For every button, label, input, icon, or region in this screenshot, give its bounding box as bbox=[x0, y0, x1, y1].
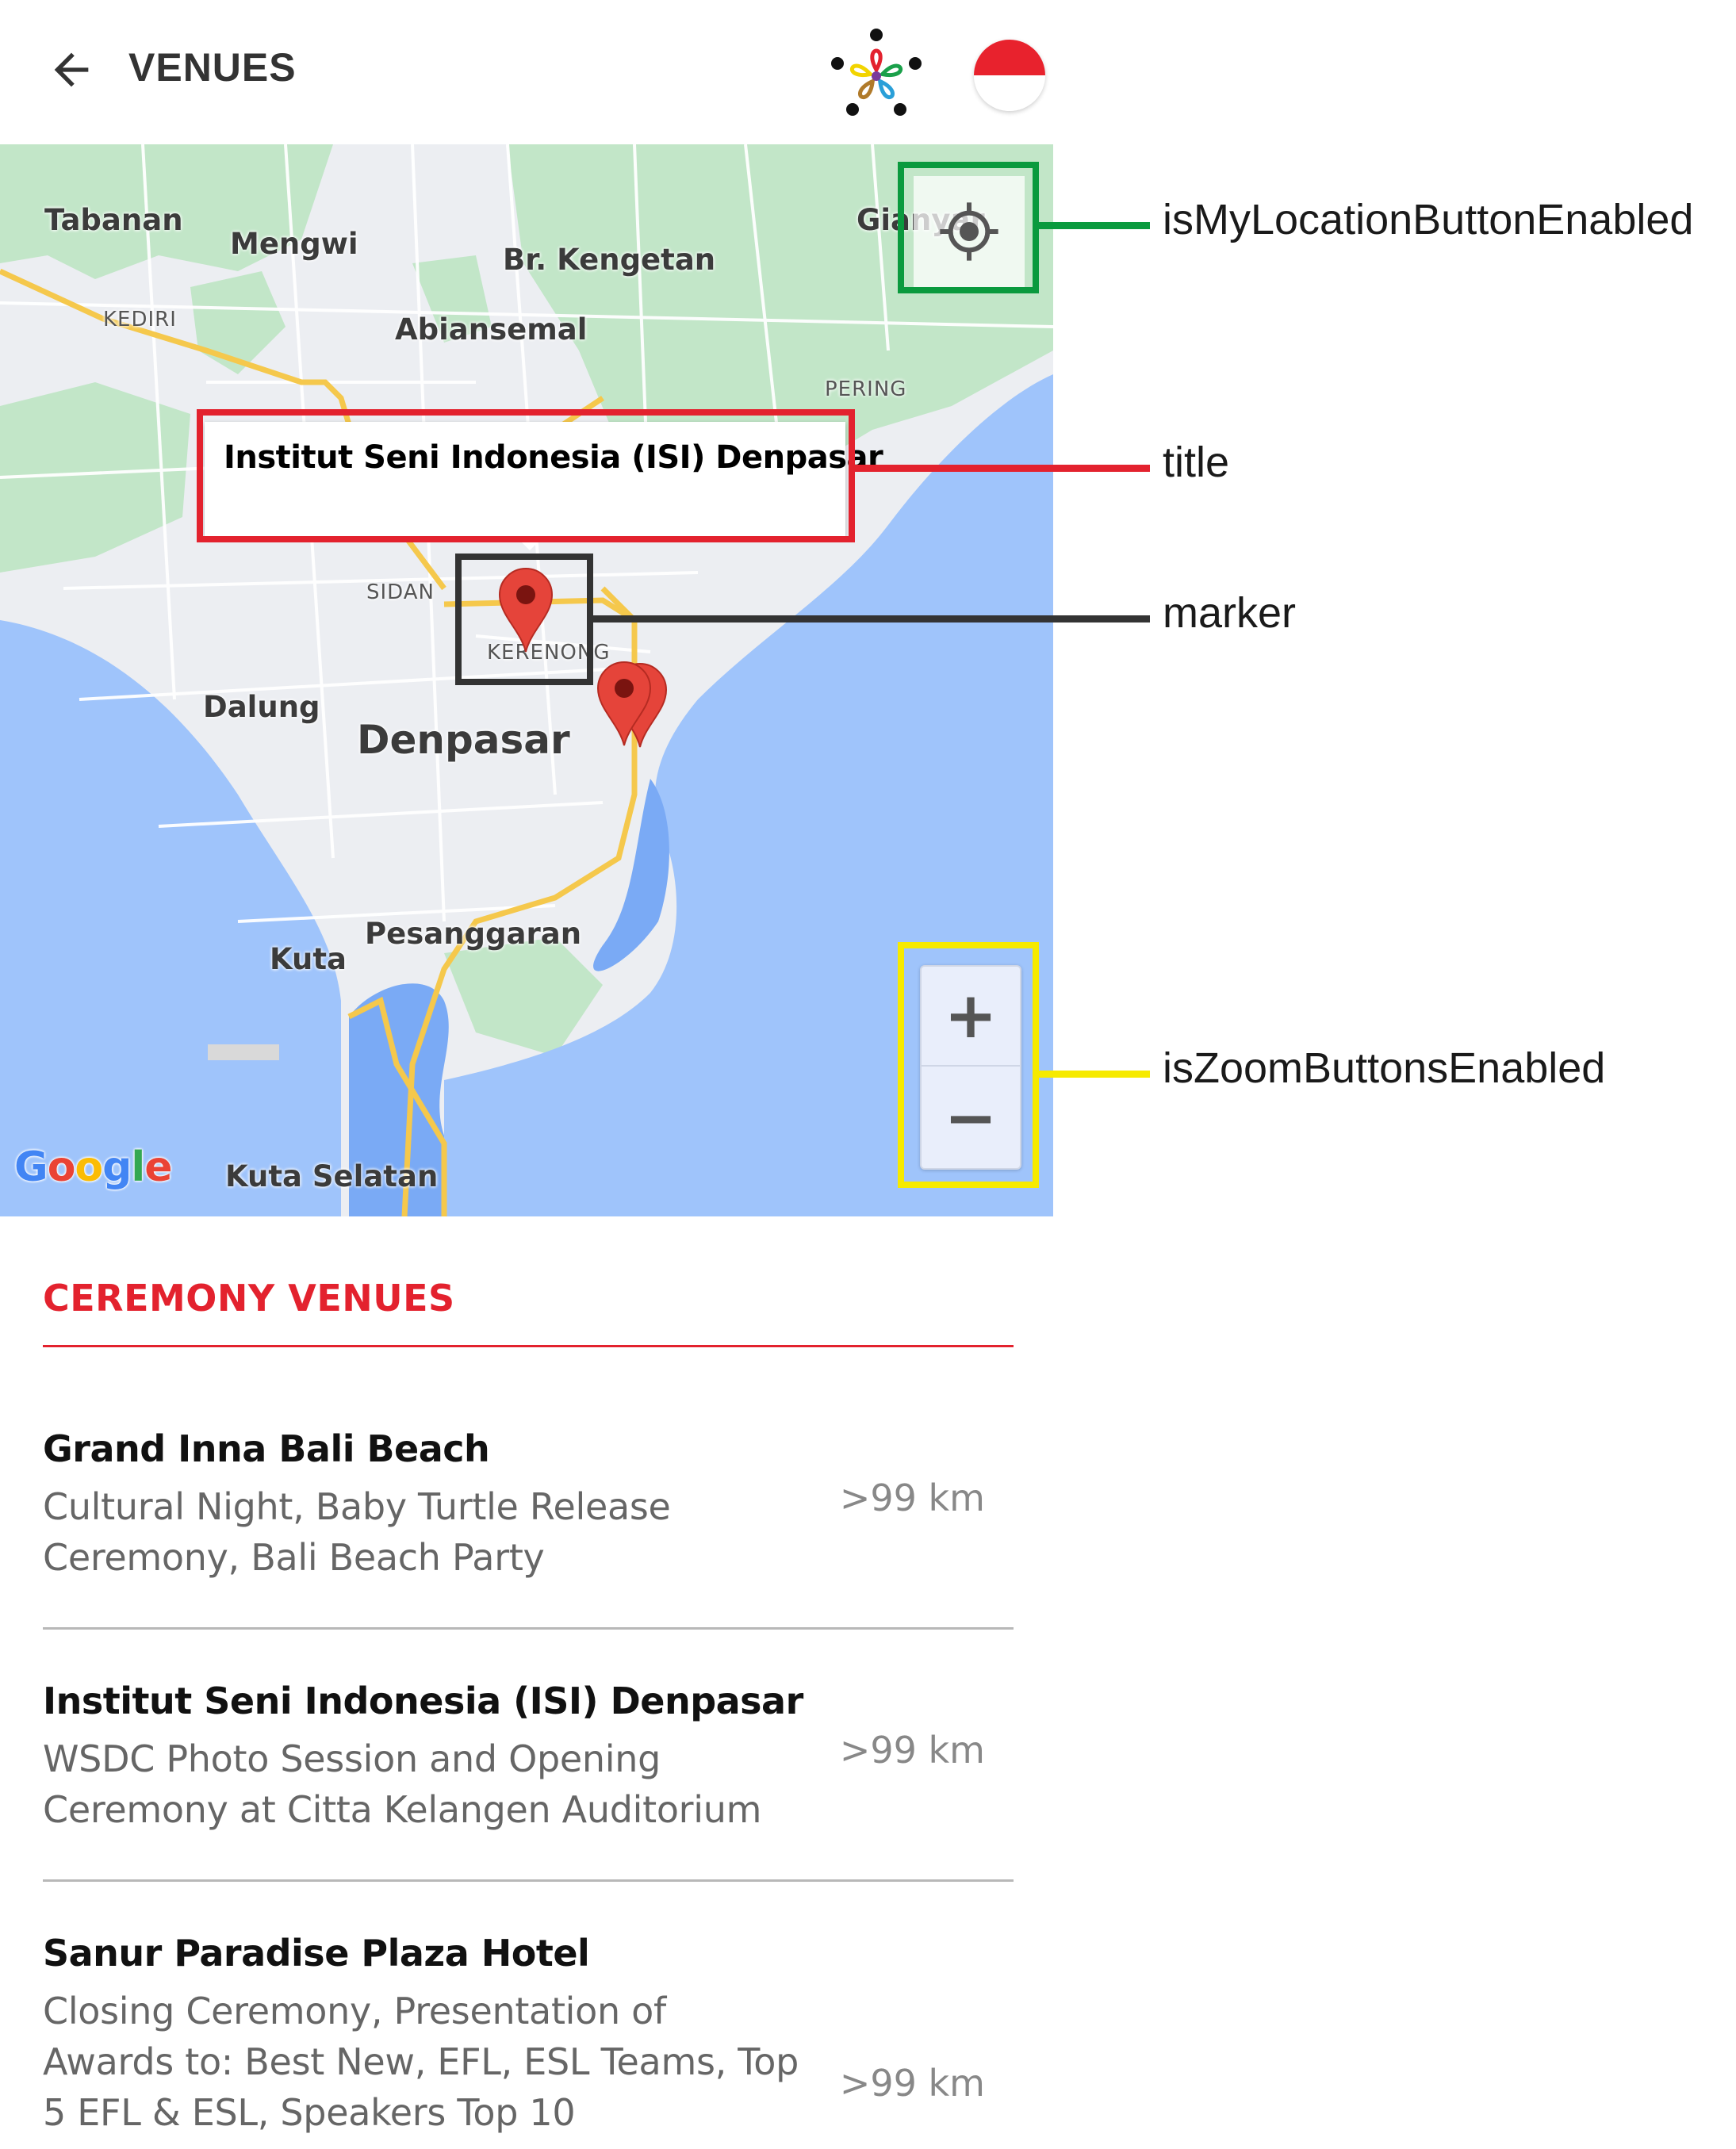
map-label-kuta-selatan: Kuta Selatan bbox=[225, 1159, 439, 1193]
marker-annotation-box bbox=[455, 554, 593, 685]
marker-annotation-line bbox=[593, 615, 1150, 622]
map-label-mengwi: Mengwi bbox=[230, 227, 358, 261]
venue-description: Cultural Night, Baby Turtle Release Cere… bbox=[43, 1485, 671, 1579]
title-annotation-label: title bbox=[1163, 439, 1230, 486]
venue-name: Grand Inna Bali Beach bbox=[43, 1427, 490, 1470]
list-divider bbox=[43, 1627, 1014, 1630]
map-label-pesanggaran: Pesanggaran bbox=[365, 917, 582, 951]
venue-distance: >99 km bbox=[839, 2062, 985, 2105]
list-item[interactable]: Grand Inna Bali Beach Cultural Night, Ba… bbox=[43, 1427, 1014, 1583]
zoom-annotation-line bbox=[1039, 1071, 1150, 1078]
title-annotation-box bbox=[197, 409, 855, 542]
list-item[interactable]: Sanur Paradise Plaza Hotel Closing Cerem… bbox=[43, 1932, 1014, 2138]
section-divider bbox=[43, 1345, 1014, 1347]
map-label-tabanan: Tabanan bbox=[44, 203, 183, 237]
map-marker-grand-inna[interactable] bbox=[596, 660, 652, 747]
venue-name: Sanur Paradise Plaza Hotel bbox=[43, 1932, 590, 1975]
page-title: VENUES bbox=[128, 45, 297, 90]
app-bar: VENUES bbox=[0, 0, 1053, 144]
my-location-annotation-box bbox=[898, 162, 1039, 293]
my-location-annotation-line bbox=[1039, 222, 1150, 229]
google-logo: Google bbox=[14, 1143, 173, 1191]
marker-annotation-label: marker bbox=[1163, 589, 1297, 637]
venue-description: WSDC Photo Session and Opening Ceremony … bbox=[43, 1737, 762, 1831]
map-label-pering: PERING bbox=[825, 377, 907, 401]
map-label-sidan: SIDAN bbox=[366, 580, 435, 604]
indonesia-flag-icon[interactable] bbox=[974, 40, 1045, 111]
venue-distance: >99 km bbox=[839, 1729, 985, 1772]
title-annotation-line bbox=[855, 465, 1150, 472]
map-label-br-kengetan: Br. Kengetan bbox=[503, 243, 716, 277]
zoom-annotation-label: isZoomButtonsEnabled bbox=[1163, 1044, 1606, 1092]
back-button[interactable] bbox=[40, 38, 103, 102]
event-logo-icon bbox=[831, 29, 922, 116]
map-label-abiansemal: Abiansemal bbox=[395, 312, 588, 347]
arrow-left-icon bbox=[54, 52, 89, 87]
map-label-kediri: KEDIRI bbox=[103, 308, 177, 331]
venue-name: Institut Seni Indonesia (ISI) Denpasar bbox=[43, 1680, 803, 1722]
list-divider bbox=[43, 1879, 1014, 1882]
venue-description: Closing Ceremony, Presentation of Awards… bbox=[43, 1990, 799, 2134]
section-title: CEREMONY VENUES bbox=[43, 1277, 455, 1320]
list-item[interactable]: Institut Seni Indonesia (ISI) Denpasar W… bbox=[43, 1680, 1014, 1835]
zoom-annotation-box bbox=[898, 942, 1039, 1188]
map-label-kuta: Kuta bbox=[270, 942, 347, 976]
map-label-dalung: Dalung bbox=[203, 690, 320, 724]
my-location-annotation-label: isMyLocationButtonEnabled bbox=[1163, 196, 1694, 243]
venue-distance: >99 km bbox=[839, 1477, 985, 1519]
map-label-denpasar: Denpasar bbox=[357, 717, 570, 763]
